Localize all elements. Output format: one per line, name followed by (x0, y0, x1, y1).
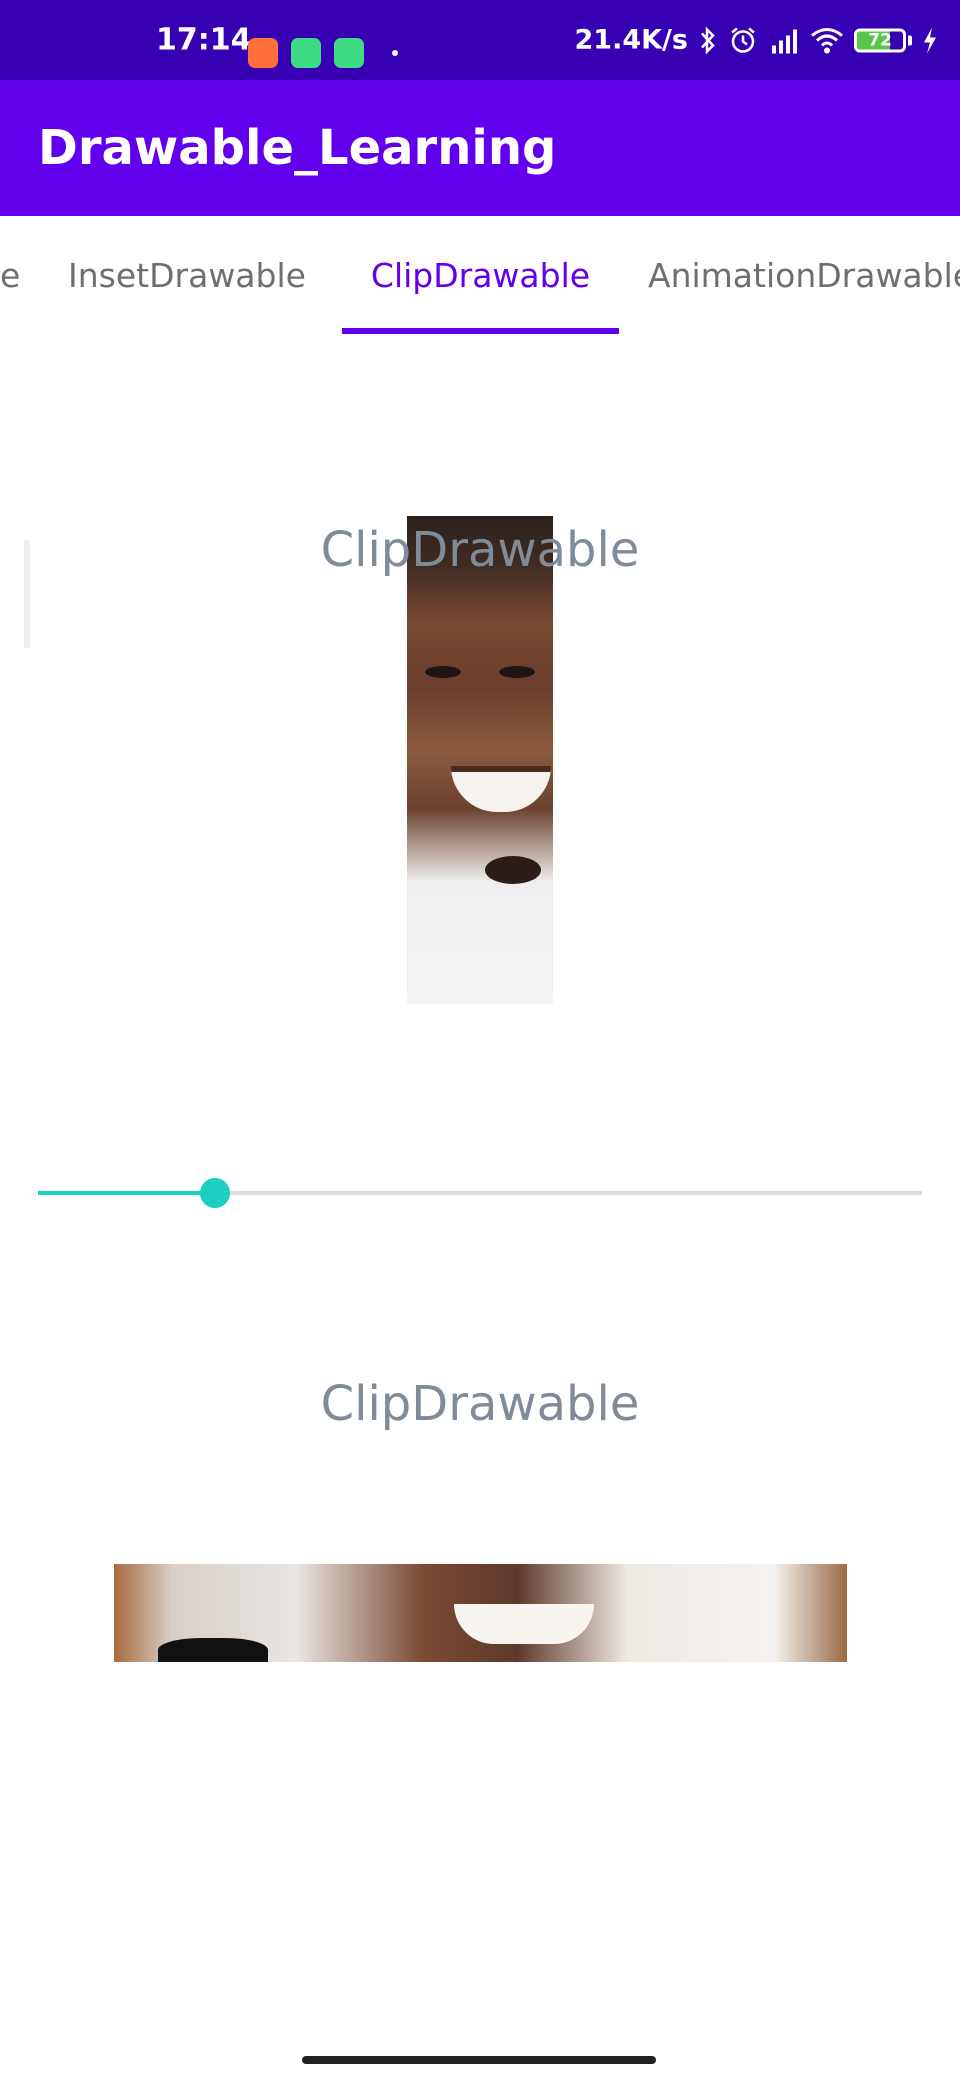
face-smile (454, 1604, 594, 1644)
face-eye (425, 666, 461, 678)
clip-drawable-image (407, 516, 553, 1004)
more-notifications-icon (392, 50, 398, 56)
battery-cap (908, 35, 912, 45)
seekbar-progress (38, 1191, 215, 1195)
face-smile (451, 766, 551, 812)
android-robot-icon (291, 38, 321, 68)
face-beard (485, 856, 541, 884)
status-indicators: 21.4K/s 72 (575, 25, 938, 56)
network-speed: 21.4K/s (574, 24, 688, 56)
tab-clipdrawable[interactable]: ClipDrawable (342, 216, 619, 334)
home-indicator[interactable] (302, 2056, 656, 2064)
clip-drawable-label: ClipDrawable (320, 522, 640, 578)
second-clip-drawable-label: ClipDrawable (320, 1376, 640, 1432)
app-title: Drawable_Learning (38, 120, 557, 176)
face-eye (499, 666, 535, 678)
status-bar: 17:14 21.4K/s 72 (0, 0, 960, 80)
tab-bar: e InsetDrawable ClipDrawable AnimationDr… (0, 216, 960, 334)
tab-previous-partial[interactable]: e (0, 216, 20, 334)
notification-icons (248, 38, 364, 68)
tab-insetdrawable[interactable]: InsetDrawable (60, 216, 314, 334)
app-bar: Drawable_Learning (0, 80, 960, 216)
bluetooth-icon (701, 25, 715, 55)
battery-icon: 72 (854, 28, 906, 52)
android-robot-icon (334, 38, 364, 68)
alarm-icon (731, 27, 755, 53)
hd-signal-icon (772, 29, 797, 53)
status-time: 17:14 (156, 22, 252, 58)
second-drawable-image (114, 1564, 847, 1662)
tab-label: AnimationDrawable (648, 255, 960, 295)
tab-label: ClipDrawable (370, 255, 591, 295)
video-recorder-icon (248, 38, 278, 68)
tab-label: InsetDrawable (68, 255, 306, 295)
image-text-fragment (158, 1638, 268, 1662)
charging-icon (924, 27, 936, 53)
tab-animationdrawable[interactable]: AnimationDrawable (648, 216, 960, 334)
tab-indicator (342, 328, 619, 334)
seekbar-thumb[interactable] (200, 1178, 230, 1208)
tab-label: e (0, 255, 21, 295)
wifi-icon (811, 27, 843, 53)
clip-level-seekbar[interactable] (38, 1178, 922, 1208)
battery-level: 72 (868, 30, 892, 50)
